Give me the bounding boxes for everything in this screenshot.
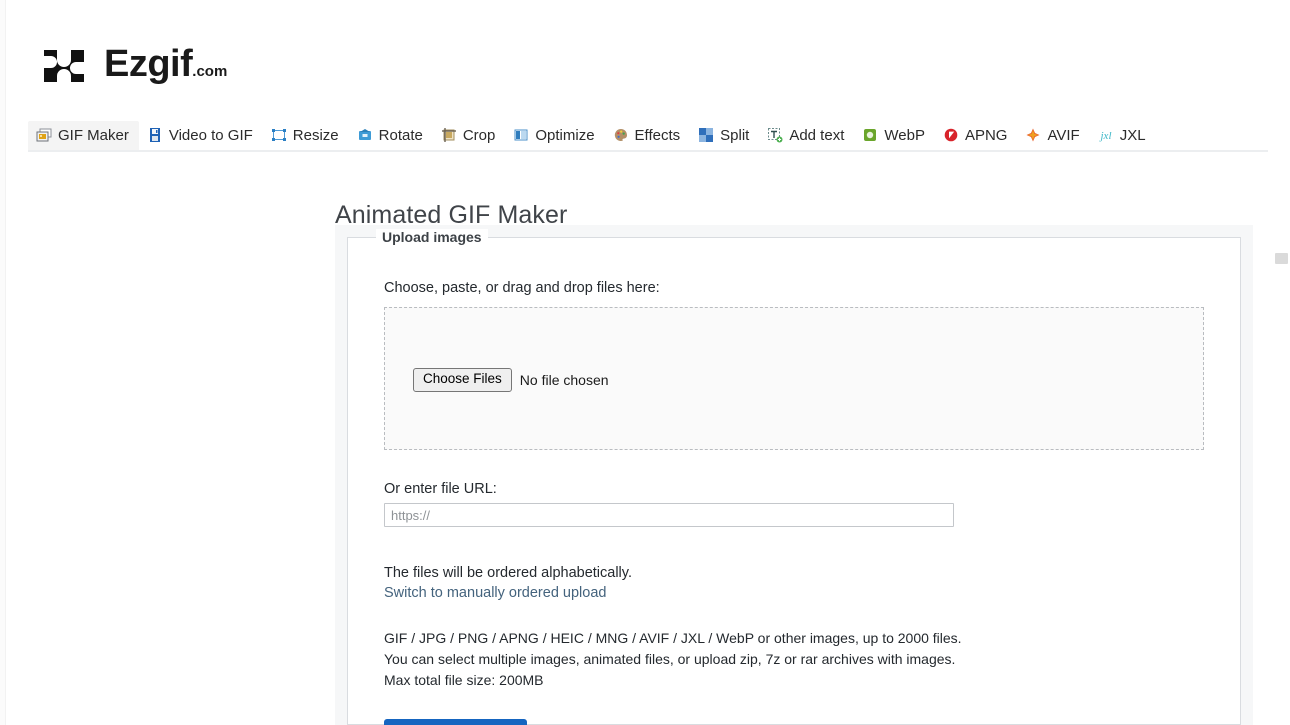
upload-files-button[interactable]: Upload files! [384,719,528,725]
tab-label: Crop [462,126,496,144]
switch-to-manual-order-link[interactable]: Switch to manually ordered upload [384,585,606,601]
upload-fieldset: Upload images Choose, paste, or drag and… [347,229,1241,725]
tab-label: AVIF [1047,126,1080,144]
tab-label: WebP [884,126,925,144]
site-logo-text: Ezgif.com [104,45,227,83]
logo-tld: .com [192,63,228,80]
gif-maker-icon [36,127,52,143]
file-url-input[interactable] [384,503,954,527]
tab-label: Add text [789,126,845,144]
tab-resize[interactable]: Resize [263,121,349,150]
file-dropzone[interactable]: Choose Files No file chosen [384,307,1204,450]
formats-line-3: Max total file size: 200MB [384,672,544,688]
tab-split[interactable]: Split [690,121,759,150]
tab-label: Resize [292,126,339,144]
tab-label: JXL [1119,126,1146,144]
svg-text:jxl: jxl [1098,130,1111,142]
tab-add-text[interactable]: Add text [759,121,854,150]
vertical-scrollbar[interactable] [1272,0,1290,725]
fieldset-legend: Upload images [376,229,488,245]
page-root: Ezgif.com GIF Maker Video to GIF Resize [0,0,1290,725]
formats-line-2: You can select multiple images, animated… [384,651,956,667]
tab-rotate[interactable]: Rotate [349,121,433,150]
add-text-icon [767,127,783,143]
tab-label: APNG [964,126,1008,144]
tab-avif[interactable]: AVIF [1017,121,1089,150]
tab-label: GIF Maker [58,126,129,144]
choose-files-label: Choose, paste, or drag and drop files he… [384,280,660,296]
tab-effects[interactable]: Effects [605,121,691,150]
tab-jxl[interactable]: jxl JXL [1090,121,1156,150]
page-right-gutter [1272,0,1290,725]
upload-form: Choose, paste, or drag and drop files he… [348,256,1240,725]
ordering-note: The files will be ordered alphabetically… [384,565,632,581]
page-left-gutter [0,0,6,725]
supported-formats-note: GIF / JPG / PNG / APNG / HEIC / MNG / AV… [384,628,1204,691]
tab-optimize[interactable]: Optimize [505,121,604,150]
tab-label: Rotate [378,126,423,144]
tab-apng[interactable]: APNG [935,121,1018,150]
crop-icon [441,127,457,143]
file-url-label: Or enter file URL: [384,481,497,497]
scrollbar-thumb[interactable] [1275,253,1288,264]
video-to-gif-icon [147,127,163,143]
logo-word: Ezgif [104,43,193,85]
main-navigation: GIF Maker Video to GIF Resize Rotate Cro [28,116,1268,152]
tab-label: Effects [634,126,681,144]
tab-label: Split [720,126,750,144]
file-input-row: Choose Files No file chosen [413,368,609,392]
choose-files-button[interactable]: Choose Files [413,368,512,392]
ezgif-logo-icon[interactable] [40,42,96,86]
upload-panel: Upload images Choose, paste, or drag and… [335,225,1253,725]
resize-icon [271,127,287,143]
split-icon [698,127,714,143]
tab-label: Optimize [535,126,595,144]
tab-webp[interactable]: WebP [854,121,935,150]
webp-icon [862,127,878,143]
tab-video-to-gif[interactable]: Video to GIF [139,121,263,150]
effects-icon [613,127,629,143]
avif-icon [1025,127,1041,143]
jxl-icon: jxl [1098,127,1114,143]
apng-icon [943,127,959,143]
selected-file-status: No file chosen [519,371,609,388]
tab-crop[interactable]: Crop [433,121,506,150]
optimize-icon [513,127,529,143]
tab-gif-maker[interactable]: GIF Maker [28,121,139,150]
tab-label: Video to GIF [168,126,253,144]
rotate-icon [357,127,373,143]
formats-line-1: GIF / JPG / PNG / APNG / HEIC / MNG / AV… [384,630,962,646]
site-header: Ezgif.com [40,36,227,92]
